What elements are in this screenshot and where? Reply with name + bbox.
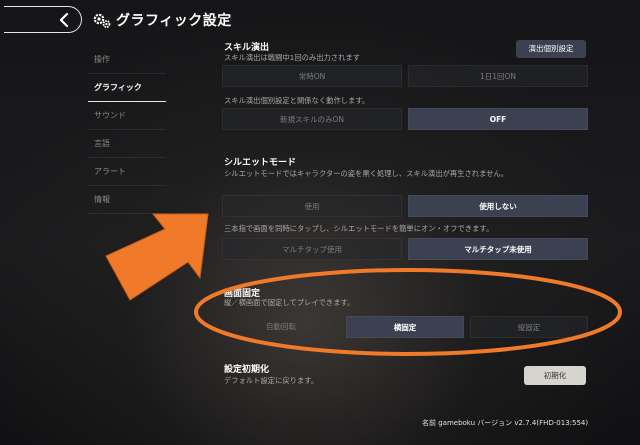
multitap-option-not-use[interactable]: マルチタップ未使用 bbox=[408, 238, 588, 260]
reset-desc: デフォルト設定に戻ります。 bbox=[224, 376, 319, 385]
skill-effect-title: スキル演出 bbox=[224, 43, 270, 53]
sidebar-item-alert[interactable]: アラート bbox=[88, 158, 166, 186]
sidebar-item-graphics[interactable]: グラフィック bbox=[88, 74, 166, 102]
silhouette-option-not-use[interactable]: 使用しない bbox=[408, 195, 588, 217]
reset-title: 設定初期化 bbox=[224, 365, 270, 375]
silhouette-title: シルエットモード bbox=[224, 158, 297, 168]
chevron-left-icon bbox=[59, 12, 69, 27]
silhouette-option-use[interactable]: 使用 bbox=[222, 195, 402, 217]
skill-option-once-daily[interactable]: 1日1回ON bbox=[408, 65, 588, 87]
multitap-option-use[interactable]: マルチタップ使用 bbox=[222, 238, 402, 260]
screen-option-auto-rotate[interactable]: 自動回転 bbox=[222, 316, 340, 338]
gears-icon bbox=[93, 13, 111, 28]
screen-option-portrait-lock[interactable]: 縦固定 bbox=[470, 316, 588, 338]
skill-effect-desc: スキル演出は戦闘中1回のみ出力されます bbox=[224, 53, 360, 62]
skill-option-off[interactable]: OFF bbox=[408, 108, 588, 130]
screen-option-landscape-lock[interactable]: 横固定 bbox=[346, 316, 464, 338]
sidebar-item-sound[interactable]: サウンド bbox=[88, 102, 166, 130]
header-bar: グラフィック設定 bbox=[0, 0, 640, 40]
multitap-desc: 三本指で画面を同時にタップし、シルエットモードを簡単にオン・オフできます。 bbox=[224, 224, 494, 233]
sidebar-item-controls[interactable]: 操作 bbox=[88, 46, 166, 74]
sidebar-item-info[interactable]: 情報 bbox=[88, 186, 166, 214]
skill-detail-settings-button[interactable]: 演出個別設定 bbox=[516, 40, 586, 58]
skill-option-new-only[interactable]: 新規スキルのみON bbox=[222, 108, 402, 130]
skill-option-always-on[interactable]: 常時ON bbox=[222, 65, 402, 87]
silhouette-desc: シルエットモードではキャラクターの姿を黒く処理し、スキル演出が再生されません。 bbox=[224, 169, 509, 178]
sidebar: 操作 グラフィック サウンド 言語 アラート 情報 bbox=[88, 46, 166, 214]
reset-button[interactable]: 初期化 bbox=[524, 366, 586, 385]
page-title: グラフィック設定 bbox=[116, 13, 232, 29]
version-label: 名前 gameboku バージョン v2.7.4(FHD-013:554) bbox=[422, 419, 589, 427]
back-button[interactable] bbox=[4, 6, 82, 33]
annotation-arrow-icon bbox=[105, 213, 209, 301]
skill-individual-desc: スキル演出個別設定と関係なく動作します。 bbox=[224, 96, 370, 105]
annotation-highlight-ellipse bbox=[194, 268, 622, 356]
sidebar-item-language[interactable]: 言語 bbox=[88, 130, 166, 158]
screen-lock-desc: 縦／横画面で固定してプレイできます。 bbox=[224, 298, 355, 307]
